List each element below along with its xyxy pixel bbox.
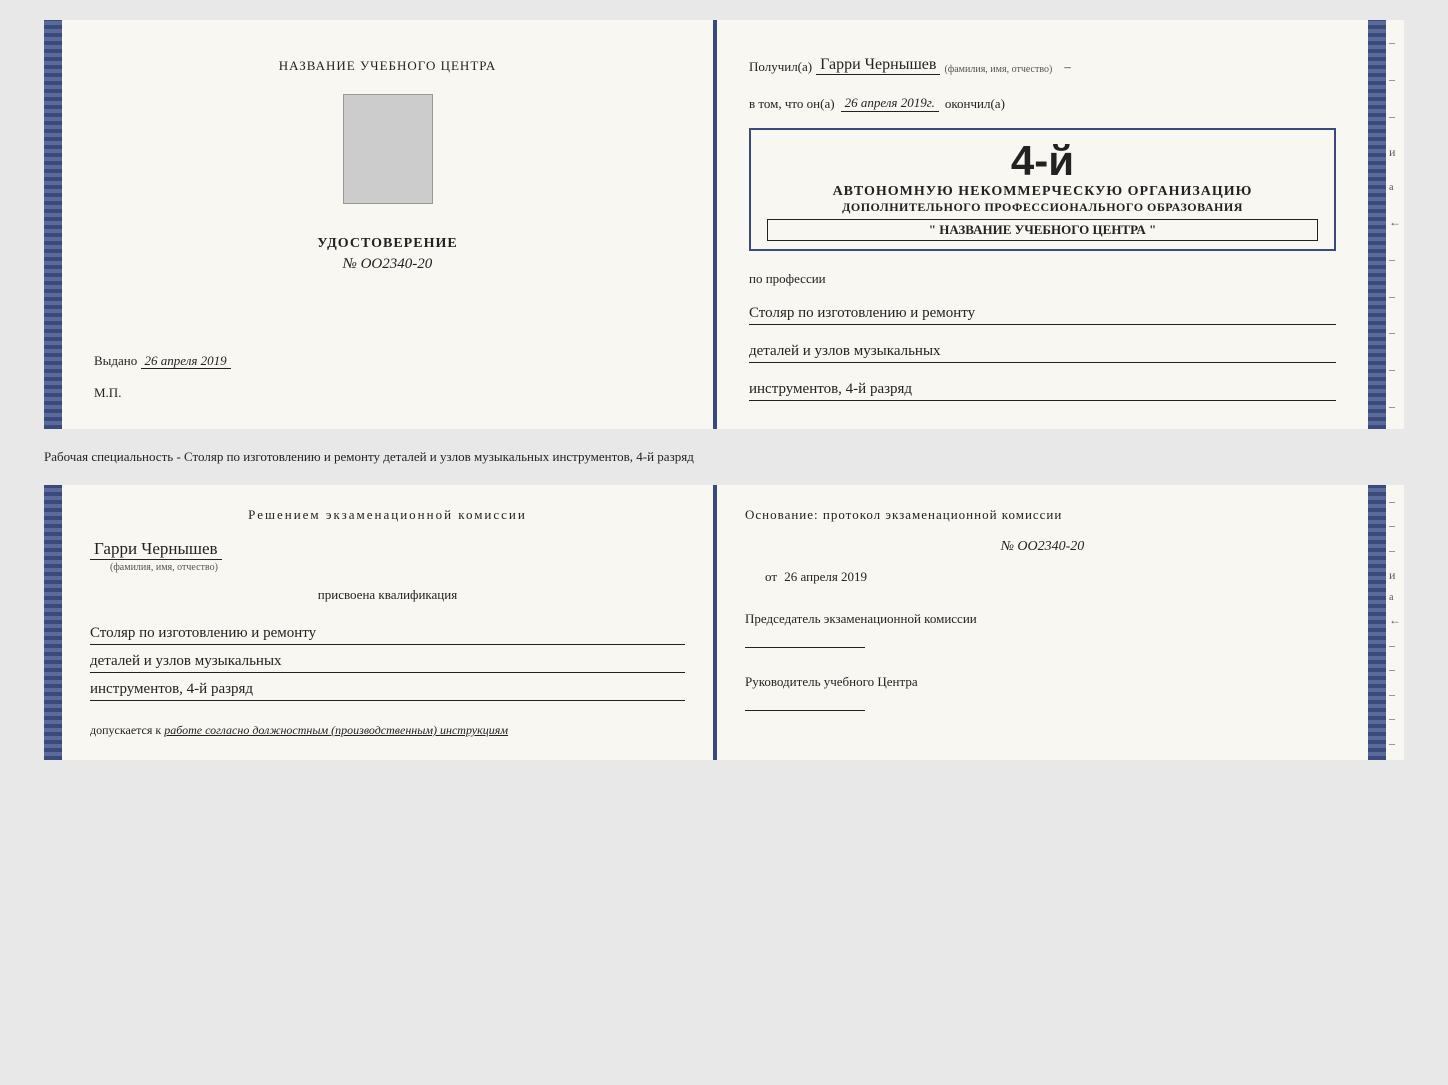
spine-right-1	[1368, 20, 1386, 429]
page-left-1: НАЗВАНИЕ УЧЕБНОГО ЦЕНТРА УДОСТОВЕРЕНИЕ №…	[62, 20, 717, 429]
osnovanie-label: Основание: протокол экзаменационной коми…	[745, 507, 1340, 523]
four-badge: 4-й	[767, 138, 1318, 184]
udost-title: УДОСТОВЕРЕНИЕ	[317, 236, 457, 252]
po-professii-label: по профессии	[749, 271, 1336, 287]
right-deco-1: – – – и а ← – – – – –	[1386, 20, 1404, 429]
mp-line: М.П.	[94, 385, 681, 401]
vydano-line: Выдано 26 апреля 2019	[94, 353, 681, 369]
predsedatel-sig-line	[745, 647, 865, 648]
vtom-date: 26 апреля 2019г.	[841, 95, 939, 112]
recipient-name-2: Гарри Чернышев	[90, 539, 222, 560]
recipient-name: Гарри Чернышев	[816, 56, 940, 75]
stamp-line2: ДОПОЛНИТЕЛЬНОГО ПРОФЕССИОНАЛЬНОГО ОБРАЗО…	[767, 200, 1318, 215]
vtom-label: в том, что он(а)	[749, 96, 835, 112]
caption-block: Рабочая специальность - Столяр по изгото…	[44, 445, 1404, 469]
ot-date: 26 апреля 2019	[784, 569, 867, 584]
poluchil-line: Получил(а) Гарри Чернышев (фамилия, имя,…	[749, 56, 1336, 75]
ot-line: от 26 апреля 2019	[765, 569, 1340, 585]
num-line: № OO2340-20	[745, 539, 1340, 555]
page-left-2: Решением экзаменационной комиссии Гарри …	[62, 485, 717, 760]
dopuskaetsya-prefix: допускается к	[90, 723, 161, 737]
profession-line2: деталей и узлов музыкальных	[749, 341, 1336, 363]
ot-label: от	[765, 569, 777, 584]
dopuskaetsya-value: работе согласно должностным (производств…	[164, 723, 508, 737]
kvalif-line3: инструментов, 4-й разряд	[90, 679, 685, 701]
document-pair-2: Решением экзаменационной комиссии Гарри …	[44, 485, 1404, 760]
resheniem-title: Решением экзаменационной комиссии	[90, 507, 685, 523]
document-pair-1: НАЗВАНИЕ УЧЕБНОГО ЦЕНТРА УДОСТОВЕРЕНИЕ №…	[44, 20, 1404, 429]
vtom-line: в том, что он(а) 26 апреля 2019г. окончи…	[749, 95, 1336, 112]
kvalif-block: Столяр по изготовлению и ремонту деталей…	[90, 617, 685, 701]
predsedatel-label: Председатель экзаменационной комиссии	[745, 611, 977, 626]
rukovoditel-label: Руководитель учебного Центра	[745, 674, 918, 689]
predsedatel-block: Председатель экзаменационной комиссии	[745, 611, 1340, 648]
rukovoditel-block: Руководитель учебного Центра	[745, 674, 1340, 711]
dopuskaetsya-block: допускается к работе согласно должностны…	[90, 723, 685, 738]
name-block-2: Гарри Чернышев (фамилия, имя, отчество)	[90, 539, 685, 573]
udost-num: № OO2340-20	[317, 256, 457, 273]
left-heading: НАЗВАНИЕ УЧЕБНОГО ЦЕНТРА	[279, 58, 496, 74]
profession-line3: инструментов, 4-й разряд	[749, 379, 1336, 401]
udost-block: УДОСТОВЕРЕНИЕ № OO2340-20	[317, 236, 457, 273]
spine-right-2	[1368, 485, 1386, 760]
spine-left-2	[44, 485, 62, 760]
caption-text: Рабочая специальность - Столяр по изгото…	[44, 449, 694, 464]
vydano-label: Выдано	[94, 353, 137, 368]
prisvoena-label: присвоена квалификация	[90, 587, 685, 603]
vydano-value: 26 апреля 2019	[141, 353, 231, 369]
right-deco-2: – – – и а ← – – – – –	[1386, 485, 1404, 760]
profession-line1: Столяр по изготовлению и ремонту	[749, 303, 1336, 325]
fio-label-1: (фамилия, имя, отчество)	[944, 64, 1052, 75]
rukovoditel-sig-line	[745, 710, 865, 711]
spine-left-1	[44, 20, 62, 429]
fio-label-2: (фамилия, имя, отчество)	[110, 562, 218, 573]
stamp-line1: АВТОНОМНУЮ НЕКОММЕРЧЕСКУЮ ОРГАНИЗАЦИЮ	[767, 184, 1318, 200]
stamp-block: 4-й АВТОНОМНУЮ НЕКОММЕРЧЕСКУЮ ОРГАНИЗАЦИ…	[749, 128, 1336, 251]
stamp-line3: " НАЗВАНИЕ УЧЕБНОГО ЦЕНТРА "	[767, 219, 1318, 241]
photo-placeholder	[343, 94, 433, 204]
page-right-2: Основание: протокол экзаменационной коми…	[717, 485, 1368, 760]
poluchil-label: Получил(а)	[749, 59, 812, 75]
okonchil-label: окончил(а)	[945, 96, 1005, 112]
kvalif-line2: деталей и узлов музыкальных	[90, 651, 685, 673]
kvalif-line1: Столяр по изготовлению и ремонту	[90, 623, 685, 645]
page-right-1: Получил(а) Гарри Чернышев (фамилия, имя,…	[717, 20, 1368, 429]
